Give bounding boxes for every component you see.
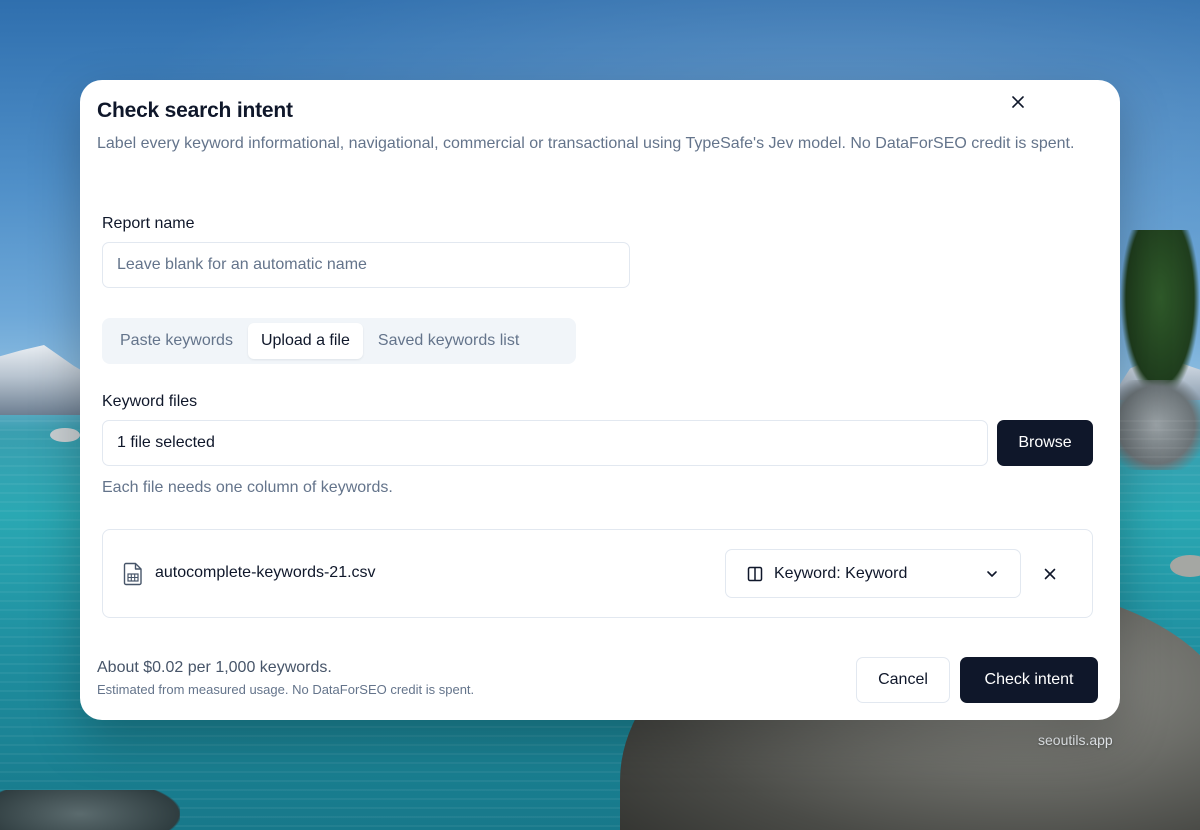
pine-tree: [1120, 230, 1200, 400]
small-rock: [50, 428, 80, 442]
report-name-label: Report name: [102, 215, 195, 232]
remove-file-icon[interactable]: [1040, 564, 1060, 584]
dialog-title: Check search intent: [97, 99, 293, 122]
submerged-rock: [0, 790, 180, 830]
close-icon[interactable]: [1008, 92, 1028, 112]
spreadsheet-file-icon: [123, 562, 143, 586]
cost-note: Estimated from measured usage. No DataFo…: [97, 682, 475, 697]
check-intent-button[interactable]: Check intent: [960, 657, 1098, 703]
column-icon: [746, 565, 764, 583]
check-intent-dialog: [80, 80, 1120, 720]
keyword-column-select[interactable]: Keyword: Keyword: [725, 549, 1021, 598]
file-picker-status: 1 file selected: [117, 434, 215, 451]
dialog-description: Label every keyword informational, navig…: [97, 135, 1075, 152]
keyword-files-hint: Each file needs one column of keywords.: [102, 479, 393, 496]
keyword-files-label: Keyword files: [102, 393, 198, 410]
tab-saved-keywords-list[interactable]: Saved keywords list: [365, 323, 532, 359]
file-name: autocomplete-keywords-21.csv: [155, 564, 376, 581]
file-picker-field[interactable]: 1 file selected: [102, 420, 988, 466]
tab-upload-file[interactable]: Upload a file: [247, 323, 363, 359]
source-tabs: Paste keywords Upload a file Saved keywo…: [102, 318, 576, 364]
watermark: seoutils.app: [1038, 732, 1113, 748]
cost-estimate: About $0.02 per 1,000 keywords.: [97, 659, 332, 676]
tab-paste-keywords[interactable]: Paste keywords: [107, 323, 246, 359]
browse-button[interactable]: Browse: [997, 420, 1093, 466]
chevron-down-icon: [984, 566, 1000, 582]
report-name-input[interactable]: [102, 242, 630, 288]
cancel-button[interactable]: Cancel: [856, 657, 950, 703]
column-select-value: Keyword: Keyword: [774, 564, 908, 582]
